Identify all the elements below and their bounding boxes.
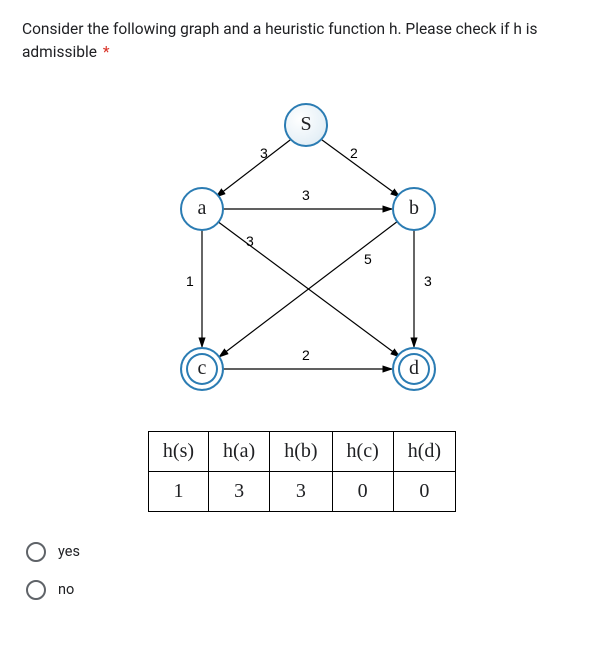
- node-d: d: [392, 347, 436, 391]
- edge-label-a-c: 1: [186, 273, 194, 289]
- node-s: S: [284, 103, 328, 147]
- edge-label-a-d: 3: [246, 233, 254, 249]
- option-yes-label: yes: [58, 543, 80, 560]
- table-header-ha: h(a): [209, 431, 270, 471]
- required-asterisk: *: [103, 43, 110, 61]
- node-a-label: a: [198, 197, 207, 220]
- table-row: h(s) h(a) h(b) h(c) h(d): [148, 431, 455, 471]
- heuristic-table: h(s) h(a) h(b) h(c) h(d) 1 3 3 0 0: [148, 431, 456, 512]
- node-b: b: [392, 187, 436, 231]
- edge-label-a-b: 3: [302, 187, 310, 203]
- node-b-label: b: [409, 197, 419, 220]
- edge-label-s-b: 2: [350, 145, 358, 161]
- question-image: S a b c d 3 2 3 3 5 1 3 2 h(s) h(a) h(b)…: [92, 89, 512, 512]
- option-no[interactable]: no: [26, 580, 582, 600]
- edge-label-b-c: 5: [364, 251, 372, 267]
- table-header-hd: h(d): [393, 431, 455, 471]
- edge-label-b-d: 3: [424, 273, 432, 289]
- table-value-hb: 3: [270, 471, 332, 511]
- node-c: c: [180, 347, 224, 391]
- option-no-label: no: [58, 581, 74, 598]
- node-s-label: S: [300, 113, 311, 136]
- question-text-content: Consider the following graph and a heuri…: [22, 20, 538, 61]
- table-header-hs: h(s): [148, 431, 208, 471]
- edge-label-s-a: 3: [260, 145, 268, 161]
- radio-icon: [26, 542, 46, 562]
- option-yes[interactable]: yes: [26, 542, 582, 562]
- node-a: a: [180, 187, 224, 231]
- edge-label-c-d: 2: [302, 347, 310, 363]
- table-value-hs: 1: [148, 471, 208, 511]
- table-row: 1 3 3 0 0: [148, 471, 455, 511]
- table-value-hc: 0: [332, 471, 393, 511]
- graph-diagram: S a b c d 3 2 3 3 5 1 3 2: [102, 89, 502, 419]
- answer-options: yes no: [22, 542, 582, 600]
- radio-icon: [26, 580, 46, 600]
- node-c-label: c: [198, 357, 207, 380]
- table-value-hd: 0: [393, 471, 455, 511]
- question-prompt: Consider the following graph and a heuri…: [22, 18, 582, 65]
- table-value-ha: 3: [209, 471, 270, 511]
- table-header-hc: h(c): [332, 431, 393, 471]
- node-d-label: d: [409, 357, 419, 380]
- table-header-hb: h(b): [270, 431, 332, 471]
